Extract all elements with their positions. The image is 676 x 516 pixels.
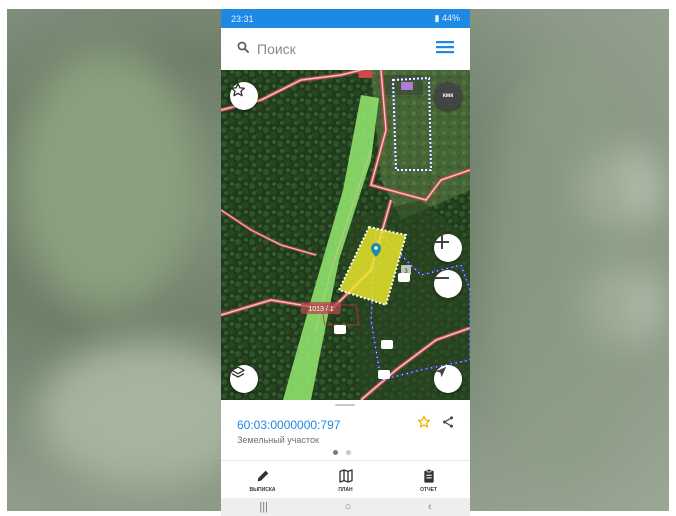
- clipboard-icon: [423, 468, 434, 483]
- background-blur-left: [17, 49, 197, 309]
- share-icon[interactable]: [441, 415, 455, 434]
- phone-screen: 23:31 ▮ 44% Поиск 1013 / 1 3 кмк 60:03:0…: [221, 9, 470, 516]
- pencil-icon: [257, 470, 268, 481]
- parcel-label: 1013 / 1: [308, 306, 333, 313]
- minus-icon: [435, 277, 449, 279]
- menu-icon[interactable]: [436, 40, 454, 59]
- status-right: ▮ 44%: [435, 13, 460, 24]
- battery-percent: 44%: [441, 13, 460, 23]
- status-time: 23:31: [231, 13, 254, 24]
- navigation-arrow-icon: [435, 366, 447, 378]
- favorite-star-icon[interactable]: [417, 415, 431, 434]
- page-dot: [346, 450, 351, 455]
- cadastre-layer-button[interactable]: кмк: [434, 82, 462, 110]
- roof-purple: [401, 82, 413, 90]
- map-view[interactable]: 1013 / 1 3 кмк: [221, 70, 470, 400]
- nav-extract-label: ВЫПИСКА: [249, 486, 276, 493]
- system-navigation-bar: ||| ○ ‹: [221, 498, 470, 516]
- bottom-navigation: ВЫПИСКА ПЛАН ОТЧЕТ: [221, 460, 470, 499]
- parcel-info-sheet[interactable]: 60:03:0000000:797 Земельный участок: [221, 400, 470, 460]
- layers-button[interactable]: [230, 365, 258, 393]
- location-button[interactable]: [434, 365, 462, 393]
- recents-button[interactable]: |||: [259, 501, 268, 513]
- parcel-type: Земельный участок: [237, 435, 319, 445]
- search-icon: [237, 40, 249, 58]
- layers-icon: [231, 366, 245, 378]
- status-bar: 23:31 ▮ 44%: [221, 9, 470, 28]
- home-button[interactable]: ○: [345, 501, 352, 513]
- background-blur-right: [487, 49, 647, 489]
- page-dot-active: [333, 450, 338, 455]
- battery-icon: ▮: [434, 13, 440, 23]
- nav-report[interactable]: ОТЧЕТ: [399, 468, 459, 493]
- plus-icon: [435, 235, 449, 249]
- zoom-in-button[interactable]: [434, 234, 462, 262]
- satellite-map: 1013 / 1 3: [221, 70, 470, 400]
- search-bar[interactable]: Поиск: [221, 28, 470, 70]
- favorite-map-button[interactable]: [230, 82, 258, 110]
- map-icon: [338, 468, 353, 483]
- sheet-drag-handle[interactable]: [335, 404, 355, 406]
- page-indicator: [333, 450, 351, 455]
- nav-report-label: ОТЧЕТ: [420, 486, 437, 493]
- back-button[interactable]: ‹: [428, 501, 432, 513]
- zoom-out-button[interactable]: [434, 270, 462, 298]
- parcel-cadastral-number[interactable]: 60:03:0000000:797: [237, 418, 340, 432]
- star-outline-icon: [231, 83, 245, 97]
- nav-plan-label: ПЛАН: [338, 486, 353, 493]
- nav-plan[interactable]: ПЛАН: [316, 468, 376, 493]
- kmk-label: кмк: [442, 93, 454, 99]
- search-input[interactable]: Поиск: [257, 41, 436, 57]
- nav-extract[interactable]: ВЫПИСКА: [233, 468, 293, 493]
